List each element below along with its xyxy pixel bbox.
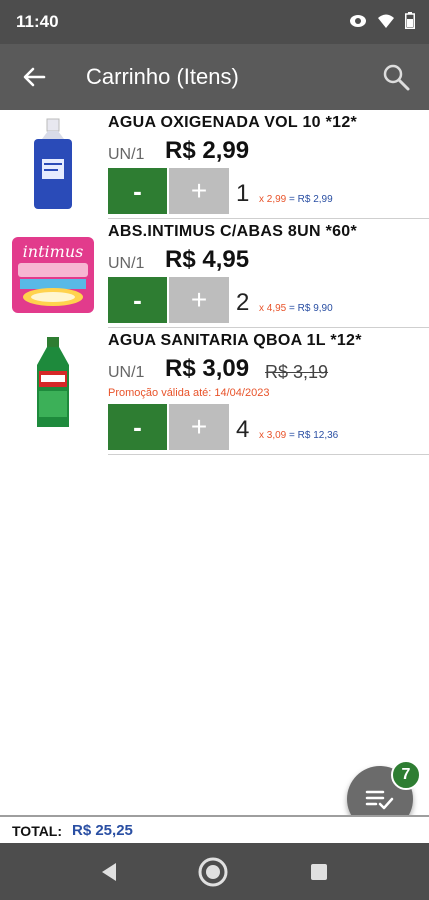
cart-item-list: AGUA OXIGENADA VOL 10 *12* UN/1 R$ 2,99 …	[0, 110, 429, 455]
decrease-button[interactable]: -	[108, 168, 167, 214]
quantity-value: 4	[236, 416, 250, 443]
line-subtotal: = R$ 12,36	[289, 430, 339, 441]
nav-home-icon[interactable]	[197, 856, 229, 888]
old-price: R$ 3,19	[265, 362, 329, 382]
back-arrow-icon[interactable]	[20, 63, 48, 91]
decrease-button[interactable]: -	[108, 277, 167, 323]
eye-icon	[350, 14, 366, 27]
product-name: AGUA OXIGENADA VOL 10 *12*	[108, 114, 358, 131]
product-unit: UN/1	[108, 255, 145, 272]
status-bar: 11:40	[0, 0, 429, 44]
svg-text:intimus: intimus	[23, 242, 84, 261]
promotion-notice: Promoção válida até: 14/04/2023	[108, 387, 270, 399]
status-time: 11:40	[16, 12, 59, 31]
line-subtotal: = R$ 2,99	[289, 194, 333, 205]
nav-back-icon[interactable]	[98, 861, 120, 883]
unit-multiplier: x 4,95	[259, 303, 287, 314]
quantity-value: 2	[236, 289, 250, 316]
increase-button[interactable]: +	[169, 404, 229, 450]
total-label: TOTAL:	[12, 823, 63, 839]
peroxide-bottle-image	[34, 118, 72, 209]
quantity-controls: - +	[108, 404, 229, 450]
product-unit: UN/1	[108, 364, 145, 381]
increase-button[interactable]: +	[169, 168, 229, 214]
wifi-icon	[378, 14, 394, 28]
intimus-package-image: intimus	[12, 237, 94, 313]
product-image: intimus	[4, 225, 102, 323]
product-price: R$ 3,09	[165, 355, 250, 382]
product-image	[4, 334, 102, 432]
increase-button[interactable]: +	[169, 277, 229, 323]
product-unit: UN/1	[108, 146, 145, 163]
quantity-controls: - +	[108, 168, 229, 214]
app-bar: Carrinho (Itens)	[0, 44, 429, 110]
system-nav-bar	[0, 843, 429, 900]
line-subtotal: = R$ 9,90	[289, 303, 333, 314]
decrease-button[interactable]: -	[108, 404, 167, 450]
product-price: R$ 4,95	[165, 246, 250, 273]
unit-multiplier: x 3,09	[259, 430, 287, 441]
playlist-check-icon	[365, 790, 394, 810]
battery-icon	[405, 12, 415, 29]
item-count-badge: 7	[391, 760, 421, 790]
line-total: x 4,95 = R$ 9,90	[259, 303, 333, 314]
cart-item[interactable]: AGUA SANITARIA QBOA 1L *12* UN/1 R$ 3,09…	[0, 328, 429, 455]
cart-item[interactable]: intimus ABS.INTIMUS C/ABAS 8UN *60* UN/1…	[0, 219, 429, 328]
product-name: AGUA SANITARIA QBOA 1L *12*	[108, 332, 362, 349]
page-title: Carrinho (Itens)	[86, 64, 239, 89]
search-icon[interactable]	[381, 62, 411, 92]
nav-recent-apps-icon[interactable]	[310, 863, 328, 881]
total-value: R$ 25,25	[72, 822, 133, 839]
product-price: R$ 2,99	[165, 137, 250, 164]
product-name: ABS.INTIMUS C/ABAS 8UN *60*	[108, 223, 358, 240]
bleach-bottle-image	[37, 337, 69, 427]
status-icons	[349, 12, 415, 29]
quantity-value: 1	[236, 180, 250, 207]
unit-multiplier: x 2,99	[259, 194, 287, 205]
divider	[108, 454, 429, 455]
quantity-controls: - +	[108, 277, 229, 323]
line-total: x 3,09 = R$ 12,36	[259, 430, 338, 441]
cart-item[interactable]: AGUA OXIGENADA VOL 10 *12* UN/1 R$ 2,99 …	[0, 110, 429, 219]
total-bar: TOTAL: R$ 25,25	[0, 815, 429, 843]
line-total: x 2,99 = R$ 2,99	[259, 194, 333, 205]
product-image	[4, 116, 102, 214]
